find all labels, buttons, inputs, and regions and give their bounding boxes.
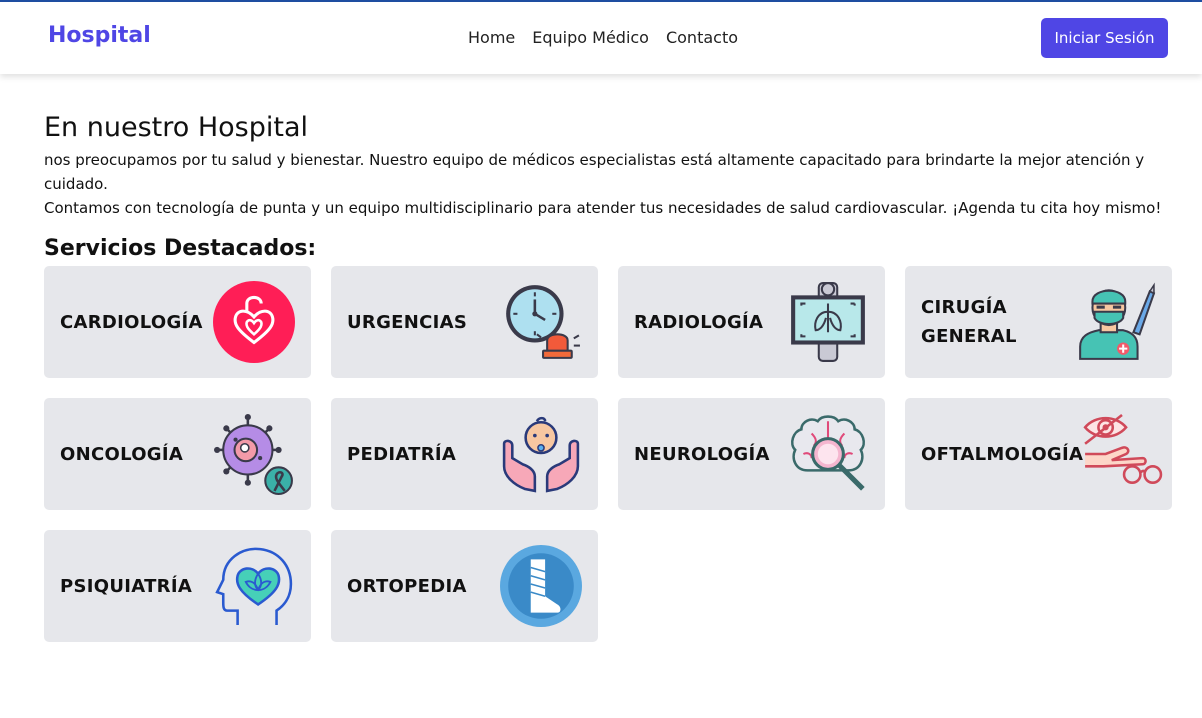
eye-glasses-icon — [1081, 413, 1163, 495]
service-card-neurologia[interactable]: NEUROLOGÍA — [618, 398, 885, 510]
service-card-psiquiatria[interactable]: PSIQUIATRÍA — [44, 530, 311, 642]
nav-link-equipo-medico[interactable]: Equipo Médico — [532, 28, 649, 47]
hero-text: nos preocupamos por tu salud y bienestar… — [44, 148, 1174, 220]
nav-links: Home Equipo Médico Contacto — [468, 28, 738, 47]
service-label: URGENCIAS — [347, 311, 468, 333]
login-button[interactable]: Iniciar Sesión — [1041, 18, 1168, 58]
service-card-pediatria[interactable]: PEDIATRÍA — [331, 398, 598, 510]
service-card-radiologia[interactable]: RADIOLOGÍA — [618, 266, 885, 378]
head-heart-icon — [213, 545, 295, 627]
clock-alarm-icon — [500, 281, 582, 363]
heart-lock-icon — [213, 281, 295, 363]
nav-link-home[interactable]: Home — [468, 28, 515, 47]
service-label: PSIQUIATRÍA — [60, 575, 193, 597]
service-card-oftalmologia[interactable]: OFTALMOLOGÍA — [905, 398, 1172, 510]
service-label: PEDIATRÍA — [347, 443, 457, 465]
brain-magnifier-icon — [787, 413, 869, 495]
service-label: RADIOLOGÍA — [634, 311, 764, 333]
service-card-ortopedia[interactable]: ORTOPEDIA — [331, 530, 598, 642]
service-label: OFTALMOLOGÍA — [921, 443, 1084, 465]
cancer-cell-icon — [213, 413, 295, 495]
service-label: CARDIOLOGÍA — [60, 311, 203, 333]
brand-logo[interactable]: Hospital — [48, 23, 151, 48]
service-card-oncologia[interactable]: ONCOLOGÍA — [44, 398, 311, 510]
hero-text-line-1: nos preocupamos por tu salud y bienestar… — [44, 151, 1145, 193]
service-card-cirugia-general[interactable]: CIRUGÍA GENERAL — [905, 266, 1172, 378]
baby-hands-icon — [500, 413, 582, 495]
xray-icon — [787, 281, 869, 363]
services-title: Servicios Destacados: — [44, 236, 317, 261]
service-label: ORTOPEDIA — [347, 575, 467, 597]
nav-link-contacto[interactable]: Contacto — [666, 28, 738, 47]
leg-cast-icon — [500, 545, 582, 627]
services-grid: CARDIOLOGÍA URGENCIAS RADIOLOGÍA CIRUGÍA… — [44, 266, 1172, 642]
service-label: NEUROLOGÍA — [634, 443, 770, 465]
service-card-cardiologia[interactable]: CARDIOLOGÍA — [44, 266, 311, 378]
service-label: CIRUGÍA GENERAL — [921, 297, 1017, 347]
service-card-urgencias[interactable]: URGENCIAS — [331, 266, 598, 378]
surgeon-icon — [1074, 281, 1156, 363]
navbar: Hospital Home Equipo Médico Contacto Ini… — [0, 2, 1202, 74]
hero-title: En nuestro Hospital — [44, 112, 309, 143]
hero-text-line-2: Contamos con tecnología de punta y un eq… — [44, 199, 1162, 217]
service-label: ONCOLOGÍA — [60, 443, 184, 465]
